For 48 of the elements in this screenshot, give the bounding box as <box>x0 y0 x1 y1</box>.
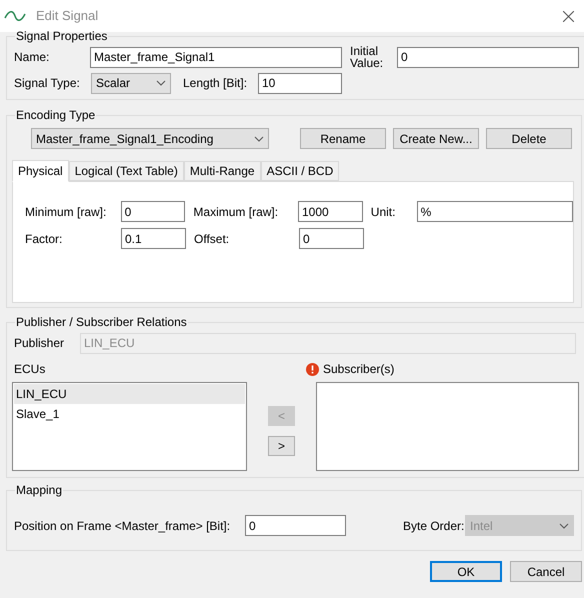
error-icon <box>306 362 319 376</box>
field-label: Position on Frame <Master_frame> [Bit]: <box>14 518 232 534</box>
group-title: Publisher / Subscriber Relations <box>15 314 188 331</box>
encoding-dropdown[interactable]: Master_frame_Signal1_Encoding <box>31 128 269 149</box>
field-label: Maximum [raw]: <box>193 204 280 220</box>
dialog-button[interactable]: OK <box>430 561 502 582</box>
chevron-down-icon <box>156 80 166 86</box>
action-button[interactable]: Delete <box>486 128 572 149</box>
list-item[interactable]: Slave_1 <box>14 404 245 424</box>
window-title: Edit Signal <box>36 7 98 26</box>
tab[interactable]: Physical <box>12 160 69 182</box>
tab[interactable]: ASCII / BCD <box>260 161 340 181</box>
type-dropdown[interactable]: Scalar <box>91 72 171 94</box>
input-field[interactable]: 0 <box>397 46 579 68</box>
input-field[interactable]: Master_frame_Signal1 <box>90 46 342 68</box>
chevron-down-icon <box>254 136 264 142</box>
field-label: Signal Type: <box>14 75 81 92</box>
list-item[interactable]: LIN_ECU <box>14 384 245 404</box>
input-field[interactable]: 10 <box>258 72 342 94</box>
input-field[interactable]: % <box>416 201 574 222</box>
field-label: Length [Bit]: <box>183 75 248 92</box>
tab[interactable]: Logical (Text Table) <box>68 161 184 181</box>
input-field[interactable]: 0.1 <box>121 228 186 249</box>
action-button[interactable]: Rename <box>300 128 386 149</box>
action-button[interactable]: Create New... <box>393 128 479 149</box>
input-field[interactable]: 0 <box>120 201 186 222</box>
group-title: Mapping <box>15 482 64 499</box>
move-button[interactable]: > <box>268 436 295 456</box>
input-field[interactable]: 1000 <box>298 201 363 222</box>
list-label: Subscriber(s) <box>323 361 394 378</box>
group-title: Signal Properties <box>15 28 108 45</box>
group-title: Encoding Type <box>15 107 96 124</box>
field-label: Publisher <box>14 335 66 352</box>
field-label: Unit: <box>370 204 396 220</box>
list-label: ECUs <box>14 361 46 378</box>
field-label: Initial Value: <box>350 45 384 69</box>
chevron-down-icon <box>559 522 569 528</box>
field-label: Byte Order: <box>403 518 465 534</box>
field-label: Offset: <box>194 230 230 248</box>
dialog-button[interactable]: Cancel <box>510 561 582 582</box>
input-field[interactable]: 0 <box>299 228 364 249</box>
field-label: Minimum [raw]: <box>25 204 108 220</box>
input-field[interactable]: 0 <box>245 515 346 536</box>
field-label: Factor: <box>25 230 64 248</box>
sine-wave-icon <box>4 11 26 21</box>
tab[interactable]: Multi-Range <box>184 161 261 181</box>
field-label: Name: <box>14 49 50 66</box>
close-icon[interactable] <box>563 10 574 22</box>
